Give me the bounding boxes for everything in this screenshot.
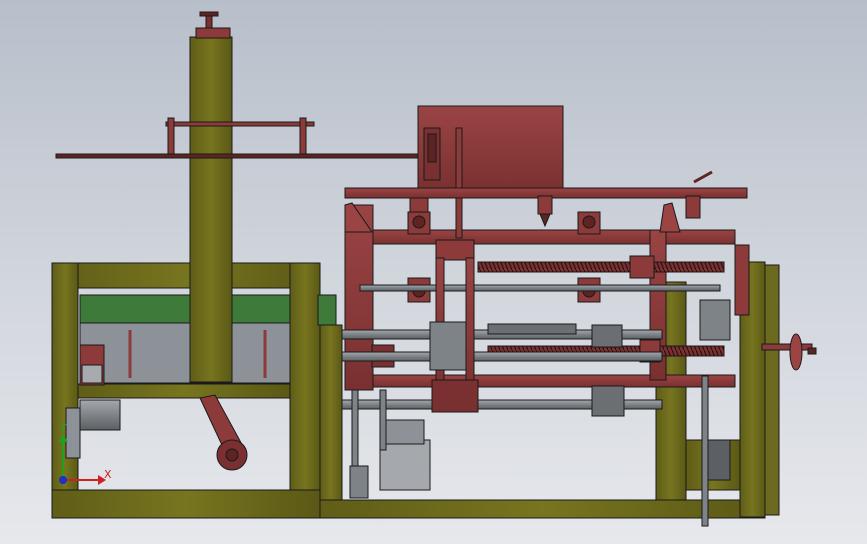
- swing-arm[interactable]: [199, 394, 248, 471]
- vertical-column[interactable]: [189, 11, 233, 383]
- machine-assembly-model[interactable]: X Y: [0, 0, 867, 544]
- vertical-slider[interactable]: [429, 239, 479, 413]
- triad-x-label: X: [104, 468, 112, 481]
- cad-viewport[interactable]: X Y: [0, 0, 867, 544]
- upper-rods[interactable]: [55, 117, 419, 159]
- triad-y-label: Y: [59, 422, 67, 435]
